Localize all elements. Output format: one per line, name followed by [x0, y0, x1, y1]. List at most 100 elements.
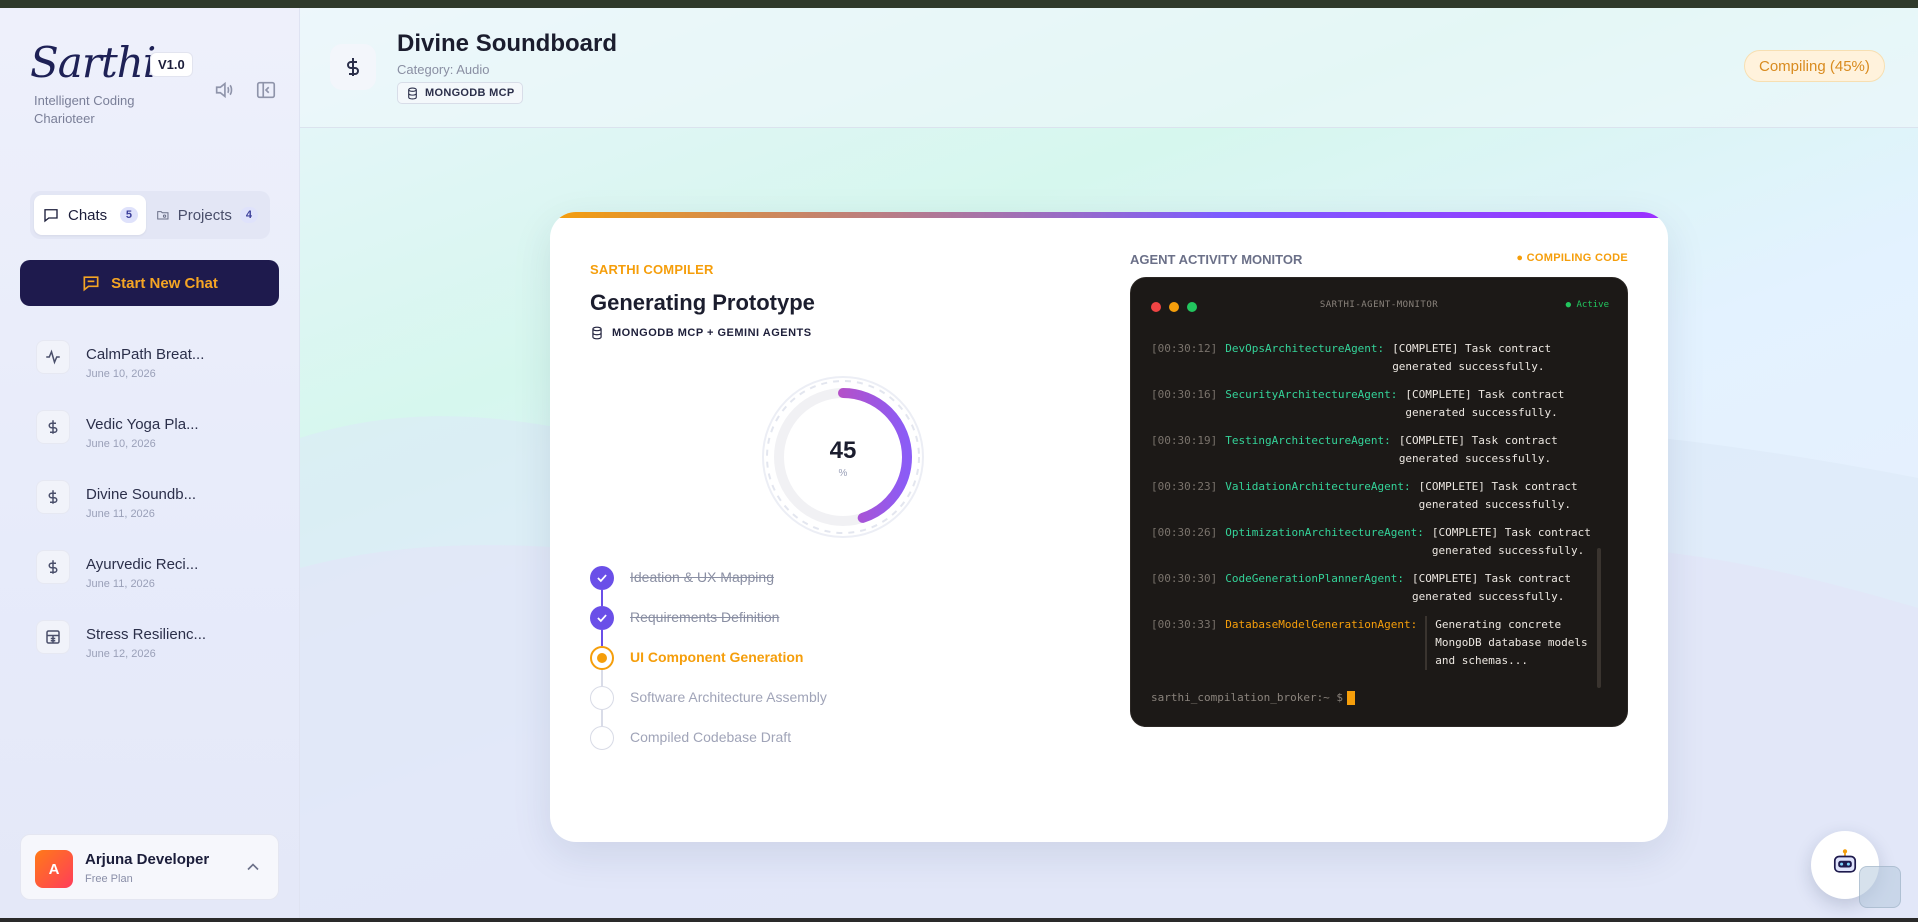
step-label: Requirements Definition — [630, 609, 780, 625]
step-connector — [601, 670, 603, 686]
log-time: [00:30:26] — [1151, 526, 1218, 539]
monitor-label: AGENT ACTIVITY MONITOR — [1130, 252, 1303, 267]
overlay-widget[interactable] — [1859, 866, 1901, 908]
log-agent: DevOpsArchitectureAgent: — [1225, 342, 1385, 355]
start-new-chat-button[interactable]: Start New Chat — [20, 260, 279, 306]
page-title: Divine Soundboard — [397, 30, 618, 57]
agent-terminal: SARTHI-AGENT-MONITOR ● Active [00:30:12]… — [1130, 277, 1628, 727]
pipeline-step: Software Architecture Assembly — [590, 686, 920, 726]
dollar-icon — [36, 410, 70, 444]
log-time: [00:30:19] — [1151, 434, 1218, 447]
step-connector — [601, 710, 603, 726]
terminal-scrollbar[interactable] — [1597, 548, 1601, 688]
log-time: [00:30:23] — [1151, 480, 1218, 493]
log-entry: [00:30:16] SecurityArchitectureAgent: [C… — [1151, 386, 1601, 422]
sidebar: Sarthi V1.0 Intelligent Coding Chariotee… — [0, 8, 300, 918]
page-category: Category: Audio — [397, 62, 490, 77]
log-time: [00:30:33] — [1151, 618, 1218, 631]
step-label: Compiled Codebase Draft — [630, 729, 792, 745]
chat-list-item[interactable]: Ayurvedic Reci... June 11, 2026 — [20, 538, 280, 608]
terminal-prompt-text: sarthi_compilation_broker:~ $ — [1151, 691, 1344, 704]
step-label: Ideation & UX Mapping — [630, 569, 774, 585]
monitor-status: ● COMPILING CODE — [1516, 252, 1628, 264]
page-header: Divine Soundboard Category: Audio MONGOD… — [300, 8, 1918, 128]
agents-subtitle: MONGODB MCP + GEMINI AGENTS — [590, 326, 812, 340]
folder-image-icon — [157, 211, 169, 220]
main-area: Divine Soundboard Category: Audio MONGOD… — [300, 8, 1918, 918]
user-menu-button[interactable]: A Arjuna Developer Free Plan — [20, 834, 279, 900]
log-entry: [00:30:26] OptimizationArchitectureAgent… — [1151, 524, 1601, 560]
log-message: [COMPLETE] Task contract generated succe… — [1418, 480, 1578, 511]
terminal-header: SARTHI-AGENT-MONITOR ● Active — [1131, 278, 1627, 324]
project-dollar-icon — [330, 44, 376, 90]
compile-status-badge: Compiling (45%) — [1744, 50, 1885, 82]
dollar-icon — [36, 550, 70, 584]
log-agent: CodeGenerationPlannerAgent: — [1225, 572, 1405, 585]
chat-title: Ayurvedic Reci... — [86, 556, 199, 573]
start-new-chat-label: Start New Chat — [111, 274, 218, 292]
dollar-icon — [36, 480, 70, 514]
tab-projects[interactable]: Projects 4 — [148, 195, 266, 235]
collapse-sidebar-button[interactable] — [254, 78, 278, 102]
tab-projects-label: Projects — [177, 206, 232, 224]
chat-date: June 11, 2026 — [86, 508, 155, 520]
active-step-icon — [590, 646, 614, 670]
database-chip: MONGODB MCP — [397, 82, 524, 104]
chat-date: June 11, 2026 — [86, 578, 155, 590]
chat-date: June 12, 2026 — [86, 648, 156, 660]
log-message: [COMPLETE] Task contract generated succe… — [1405, 388, 1565, 419]
message-square-icon — [83, 276, 99, 292]
terminal-cursor — [1347, 691, 1356, 705]
pipeline-step: Compiled Codebase Draft — [590, 726, 920, 766]
log-entry: [00:30:23] ValidationArchitectureAgent: … — [1151, 478, 1601, 514]
card-accent-bar — [550, 212, 1668, 218]
sound-toggle-button[interactable] — [212, 78, 236, 102]
chat-list-item[interactable]: Vedic Yoga Pla... June 10, 2026 — [20, 398, 280, 468]
chat-date: June 10, 2026 — [86, 368, 156, 380]
check-icon — [590, 566, 614, 590]
log-entry: [00:30:19] TestingArchitectureAgent: [CO… — [1151, 432, 1601, 468]
database-icon — [408, 87, 417, 99]
version-badge: V1.0 — [150, 52, 193, 77]
tab-chats-count: 5 — [119, 207, 138, 223]
log-message: [COMPLETE] Task contract generated succe… — [1392, 342, 1552, 373]
pipeline-step: Ideation & UX Mapping — [590, 566, 920, 606]
tab-chats[interactable]: Chats 5 — [34, 195, 146, 235]
prototype-title: Generating Prototype — [590, 290, 815, 315]
chat-icon — [44, 209, 58, 223]
chat-list-item[interactable]: Stress Resilienc... June 12, 2026 — [20, 608, 280, 678]
log-entry: [00:30:33] DatabaseModelGenerationAgent:… — [1151, 616, 1601, 670]
tagline: Intelligent Coding Charioteer — [34, 93, 135, 126]
chat-title: Stress Resilienc... — [86, 626, 207, 643]
chevron-up-icon — [247, 863, 259, 871]
sidebar-tabs: Chats 5 Projects 4 — [30, 191, 270, 239]
log-agent: DatabaseModelGenerationAgent: — [1225, 618, 1418, 631]
pending-step-icon — [590, 686, 614, 710]
log-agent: TestingArchitectureAgent: — [1225, 434, 1391, 447]
terminal-name: SARTHI-AGENT-MONITOR — [1319, 300, 1439, 310]
sidebar-collapse-icon — [256, 81, 276, 99]
step-label: Software Architecture Assembly — [630, 689, 827, 705]
pipeline-steps: Ideation & UX Mapping Requirements Defin… — [590, 566, 920, 766]
chat-date: June 10, 2026 — [86, 438, 156, 450]
database-icon — [592, 326, 602, 340]
database-chip-label: MONGODB MCP — [425, 87, 515, 99]
pipeline-step: UI Component Generation — [590, 646, 920, 686]
chat-list-item[interactable]: Divine Soundb... June 11, 2026 — [20, 468, 280, 538]
progress-unit: % — [838, 468, 848, 479]
log-message: Generating concrete MongoDB database mod… — [1425, 616, 1601, 670]
step-connector — [601, 590, 603, 606]
activity-icon — [36, 340, 70, 374]
log-message: [COMPLETE] Task contract generated succe… — [1398, 434, 1558, 465]
terminal-active-badge: ● Active — [1565, 300, 1609, 310]
tab-projects-count: 4 — [239, 207, 258, 223]
log-message: [COMPLETE] Task contract generated succe… — [1431, 526, 1591, 557]
progress-value: 45 — [829, 437, 857, 464]
chat-title: Vedic Yoga Pla... — [86, 416, 199, 433]
log-agent: SecurityArchitectureAgent: — [1225, 388, 1398, 401]
terminal-prompt[interactable]: sarthi_compilation_broker:~ $ — [1151, 691, 1356, 705]
chat-list-item[interactable]: CalmPath Breat... June 10, 2026 — [20, 328, 280, 398]
calculator-icon — [36, 620, 70, 654]
log-time: [00:30:12] — [1151, 342, 1218, 355]
log-time: [00:30:30] — [1151, 572, 1218, 585]
